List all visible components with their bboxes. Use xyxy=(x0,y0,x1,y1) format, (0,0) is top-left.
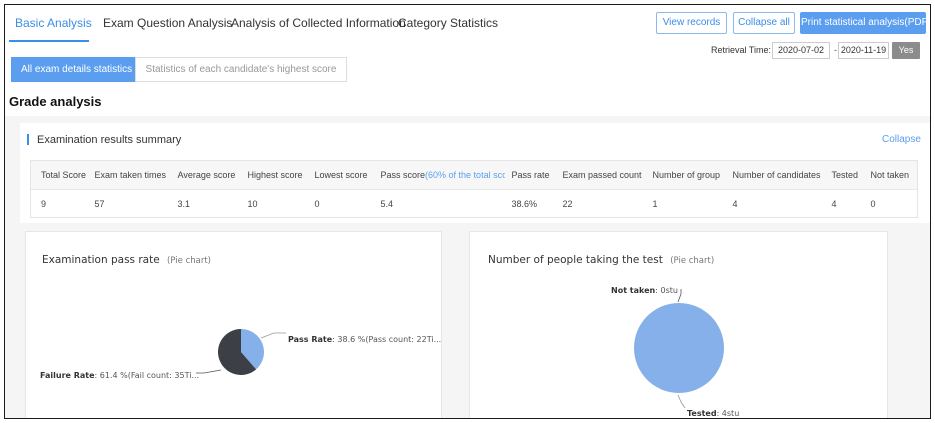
end-date-input[interactable]: 2020-11-19 xyxy=(838,42,889,59)
people-tested-chart-card: Number of people taking the test (Pie ch… xyxy=(469,231,888,418)
header-not-taken: Not taken xyxy=(863,160,918,190)
not-taken-slice-label: Not taken: 0stu xyxy=(611,286,678,295)
pass-rate-pie-chart: Pass Rate: 38.6 %(Pass count: 22Ti... Fa… xyxy=(40,329,441,380)
header-total-score: Total Score xyxy=(30,160,88,190)
table-row: 9 57 3.1 10 0 5.4 38.6% 22 1 4 4 0 xyxy=(30,189,918,218)
print-pdf-button[interactable]: Print statistical analysis(PDF) xyxy=(800,12,930,34)
pass-rate-pie xyxy=(218,329,264,375)
subtab-all-exam-details[interactable]: All exam details statistics xyxy=(11,57,135,82)
header-pass-rate: Pass rate xyxy=(504,160,556,190)
pass-score-note: (60% of the total score) xyxy=(425,170,504,180)
pie-slice-tested[interactable] xyxy=(634,303,724,393)
pass-score-label: Pass score xyxy=(380,170,426,180)
header-exam-passed-count: Exam passed count xyxy=(555,160,646,190)
tested-leader-line xyxy=(677,394,686,409)
people-tested-pie xyxy=(634,303,724,393)
tab-exam-question-analysis[interactable]: Exam Question Analysis xyxy=(103,16,232,30)
header-number-of-group: Number of group xyxy=(645,160,726,190)
failure-rate-slice-label: Failure Rate: 61.4 %(Fail count: 35Ti... xyxy=(40,371,199,380)
retrieve-yes-button[interactable]: Yes xyxy=(892,42,920,59)
app-frame: Basic Analysis Exam Question Analysis An… xyxy=(4,4,931,419)
header-highest-score: Highest score xyxy=(240,160,308,190)
tab-basic-analysis[interactable]: Basic Analysis xyxy=(15,16,92,30)
page-title: Grade analysis xyxy=(9,94,102,109)
tab-category-statistics[interactable]: Category Statistics xyxy=(398,16,498,30)
cell-pass-score: 5.4 xyxy=(373,189,505,218)
pass-rate-leader-line xyxy=(260,332,286,339)
failure-rate-leader-line xyxy=(196,369,222,374)
people-tested-pie-chart: Not taken: 0stu Tested: 4stu xyxy=(611,286,739,418)
cell-number-of-group: 1 xyxy=(645,189,726,218)
pass-rate-slice-label: Pass Rate: 38.6 %(Pass count: 22Ti... xyxy=(288,335,441,344)
tab-analysis-of-collected-information[interactable]: Analysis of Collected Information xyxy=(231,16,406,30)
collapse-summary-link[interactable]: Collapse xyxy=(882,134,921,145)
top-tab-bar: Basic Analysis Exam Question Analysis An… xyxy=(5,5,930,45)
header-pass-score: Pass score(60% of the total score) xyxy=(373,160,505,190)
header-number-of-candidates: Number of candidates xyxy=(725,160,825,190)
cell-tested: 4 xyxy=(824,189,864,218)
view-records-button[interactable]: View records xyxy=(656,12,727,34)
start-date-input[interactable]: 2020-07-02 xyxy=(772,42,830,59)
results-summary-table: Total Score Exam taken times Average sco… xyxy=(30,160,918,218)
retrieval-time-label: Retrieval Time: xyxy=(711,45,772,55)
summary-title: Examination results summary xyxy=(37,134,182,146)
cell-number-of-candidates: 4 xyxy=(725,189,825,218)
cell-highest-score: 10 xyxy=(240,189,308,218)
subtab-candidate-highest-score[interactable]: Statistics of each candidate's highest s… xyxy=(135,57,347,82)
cell-exam-passed-count: 22 xyxy=(555,189,646,218)
header-lowest-score: Lowest score xyxy=(307,160,374,190)
header-tested: Tested xyxy=(824,160,864,190)
header-exam-taken-times: Exam taken times xyxy=(87,160,171,190)
cell-total-score: 9 xyxy=(30,189,88,218)
pass-rate-chart-card: Examination pass rate (Pie chart) Pass R… xyxy=(25,231,442,418)
cell-exam-taken-times: 57 xyxy=(87,189,171,218)
section-marker xyxy=(27,134,29,145)
cell-not-taken: 0 xyxy=(863,189,918,218)
date-separator: - xyxy=(834,45,837,55)
table-header-row: Total Score Exam taken times Average sco… xyxy=(30,160,918,190)
collapse-all-button[interactable]: Collapse all xyxy=(733,12,795,34)
not-taken-leader-line xyxy=(677,289,682,303)
cell-pass-rate: 38.6% xyxy=(504,189,556,218)
active-tab-indicator xyxy=(9,40,89,42)
cell-average-score: 3.1 xyxy=(170,189,241,218)
tested-slice-label: Tested: 4stu xyxy=(687,409,739,418)
cell-lowest-score: 0 xyxy=(307,189,374,218)
header-average-score: Average score xyxy=(170,160,241,190)
